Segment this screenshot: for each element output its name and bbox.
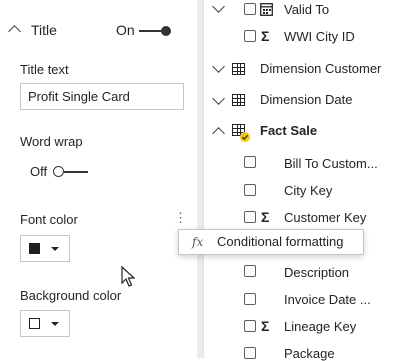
table-label-fact-sale[interactable]: Fact Sale bbox=[260, 123, 317, 138]
field-checkbox[interactable] bbox=[244, 347, 256, 359]
field-label-customer-key[interactable]: Customer Key bbox=[284, 210, 366, 225]
background-color-label: Background color bbox=[20, 288, 122, 303]
field-label-wwi-city-id[interactable]: WWI City ID bbox=[284, 29, 355, 44]
table-icon bbox=[232, 94, 245, 106]
field-label-bill-to-customer[interactable]: Bill To Custom... bbox=[284, 156, 378, 171]
field-checkbox[interactable] bbox=[244, 211, 256, 223]
field-label-city-key[interactable]: City Key bbox=[284, 183, 332, 198]
fx-icon: fx bbox=[192, 235, 204, 249]
sigma-icon: Σ bbox=[261, 209, 270, 225]
title-toggle-state: On bbox=[116, 22, 135, 38]
field-checkbox[interactable] bbox=[244, 184, 256, 196]
title-section-label: Title bbox=[31, 22, 57, 38]
caret-down-icon bbox=[51, 247, 59, 251]
more-options-icon[interactable]: ⋮ bbox=[174, 210, 187, 226]
field-label-lineage-key[interactable]: Lineage Key bbox=[284, 319, 356, 334]
background-color-picker[interactable] bbox=[20, 310, 70, 337]
field-checkbox[interactable] bbox=[244, 3, 256, 15]
sigma-icon: Σ bbox=[261, 318, 270, 334]
toggle-knob bbox=[53, 166, 64, 177]
pane-divider bbox=[203, 0, 204, 358]
title-text-input[interactable]: Profit Single Card bbox=[20, 83, 184, 110]
toggle-knob bbox=[161, 26, 171, 36]
field-checkbox[interactable] bbox=[244, 265, 256, 277]
field-label-valid-to[interactable]: Valid To bbox=[284, 2, 329, 17]
mouse-cursor-icon bbox=[121, 266, 136, 287]
field-checkbox[interactable] bbox=[244, 320, 256, 332]
word-wrap-toggle[interactable] bbox=[53, 163, 89, 181]
checkmark-badge-icon bbox=[240, 132, 250, 142]
table-icon bbox=[232, 63, 245, 75]
menu-item-conditional-formatting[interactable]: fx Conditional formatting bbox=[179, 230, 363, 254]
word-wrap-label: Word wrap bbox=[20, 134, 83, 149]
field-checkbox[interactable] bbox=[244, 293, 256, 305]
chevron-down-icon[interactable] bbox=[212, 0, 225, 13]
field-checkbox[interactable] bbox=[244, 156, 256, 168]
context-menu: fx Conditional formatting bbox=[178, 229, 364, 255]
table-label-dimension-customer[interactable]: Dimension Customer bbox=[260, 61, 381, 76]
title-text-label: Title text bbox=[20, 62, 69, 77]
field-label-invoice-date[interactable]: Invoice Date ... bbox=[284, 292, 371, 307]
menu-item-label: Conditional formatting bbox=[217, 234, 344, 249]
chevron-up-icon[interactable] bbox=[212, 127, 225, 140]
background-color-swatch bbox=[29, 318, 40, 329]
toggle-track bbox=[64, 171, 88, 173]
font-color-label: Font color bbox=[20, 212, 78, 227]
field-label-description[interactable]: Description bbox=[284, 265, 349, 280]
format-pane bbox=[0, 0, 195, 358]
title-toggle[interactable] bbox=[139, 22, 175, 40]
word-wrap-toggle-state: Off bbox=[30, 164, 48, 179]
calendar-icon bbox=[260, 3, 273, 16]
sigma-icon: Σ bbox=[261, 28, 270, 44]
caret-down-icon bbox=[51, 322, 59, 326]
chevron-down-icon[interactable] bbox=[212, 92, 225, 105]
table-label-dimension-date[interactable]: Dimension Date bbox=[260, 92, 353, 107]
field-label-package[interactable]: Package bbox=[284, 346, 335, 361]
font-color-picker[interactable] bbox=[20, 235, 70, 262]
font-color-swatch bbox=[29, 243, 40, 254]
chevron-down-icon[interactable] bbox=[212, 60, 225, 73]
field-checkbox[interactable] bbox=[244, 30, 256, 42]
